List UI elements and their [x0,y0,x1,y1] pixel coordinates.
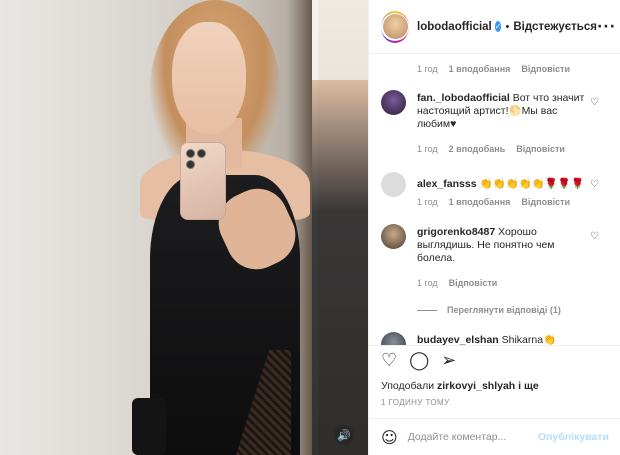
comment-time: 1 год [417,278,438,288]
comment-username[interactable]: budayev_elshan [417,334,499,345]
like-comment-heart-icon[interactable]: ♡ [590,231,599,242]
comment-time: 1 год [417,64,438,74]
comment-text: 👏👏👏👏👏🌹🌹🌹 [479,178,585,190]
comment-likes-count[interactable]: 1 вподобання [449,197,511,207]
verified-badge-icon: ✓ [494,21,502,32]
comment-meta: 1 год 1 вподобання Відповісти [417,197,570,207]
author-username[interactable]: lobodaofficial [417,21,492,33]
share-paper-plane-icon[interactable]: ➢ [441,350,456,371]
separator-dot: • [505,20,510,33]
likes-summary: Уподобали zirkovyi_shlyah і ще [381,380,539,392]
smartphone [180,142,226,220]
like-heart-icon[interactable]: ♡ [381,350,397,371]
camera-lens-icon [186,149,195,158]
comment-bubble-icon[interactable]: ◯ [409,350,429,371]
view-replies-label: Переглянути відповіді (1) [447,305,561,315]
comment-likes-count[interactable]: 2 вподобань [449,144,506,154]
view-replies-button[interactable]: Переглянути відповіді (1) [417,305,561,315]
comment-text: Shikarna👏 [501,334,557,346]
likes-others-link[interactable]: і ще [518,380,539,392]
comment-meta: 1 год 2 вподобань Відповісти [417,144,565,154]
person-face [172,22,246,134]
comment-time: 1 год [417,144,438,154]
commenter-avatar[interactable] [381,332,406,345]
commenter-avatar[interactable] [381,172,406,197]
reply-button[interactable]: Відповісти [521,197,570,207]
post-timestamp[interactable]: 1 ГОДИНУ ТОМУ [381,398,450,407]
publish-button[interactable]: Опублікувати [538,431,609,443]
comment-likes-count[interactable]: 1 вподобання [449,64,511,74]
comments-list[interactable]: 1 год 1 вподобання Відповісти fan._lobod… [369,54,620,346]
post-actions: ♡ ◯ ➢ [381,350,456,371]
sound-toggle-icon[interactable]: 🔊 [334,425,354,445]
commenter-avatar[interactable] [381,90,406,115]
add-comment-input[interactable]: Додайте коментар... [408,431,507,443]
likes-prefix: Уподобали [381,380,435,392]
comment-body: alex_fansss 👏👏👏👏👏🌹🌹🌹 [417,178,585,191]
like-comment-heart-icon[interactable]: ♡ [590,97,599,108]
comment-username[interactable]: alex_fansss [417,178,477,190]
comment-meta: 1 год Відповісти [417,278,497,288]
comment-meta: 1 год 1 вподобання Відповісти [417,64,570,74]
comment-username[interactable]: fan._lobodaofficial [417,92,510,104]
reply-button[interactable]: Відповісти [521,64,570,74]
mirror-reflection [312,80,368,455]
likes-user-link[interactable]: zirkovyi_shlyah [437,380,515,392]
post-side-panel: lobodaofficial ✓ • Відстежується ··· 1 г… [368,0,620,455]
author-avatar[interactable] [381,10,409,43]
comment-body: grigorenko8487 Хорошо выглядишь. Не поня… [417,226,585,265]
follow-status-button[interactable]: Відстежується [513,21,597,33]
post-media[interactable]: 🔊 [0,0,368,455]
handbag [132,398,166,455]
emoji-picker-icon[interactable]: ☺ [381,428,398,447]
comment-time: 1 год [417,197,438,207]
like-comment-heart-icon[interactable]: ♡ [590,179,599,190]
camera-lens-icon [186,160,195,169]
comment-username[interactable]: grigorenko8487 [417,226,495,238]
reply-button[interactable]: Відповісти [449,278,498,288]
more-options-icon[interactable]: ··· [597,19,616,35]
camera-lens-icon [197,149,206,158]
add-comment-bar: ☺ Додайте коментар... Опублікувати [369,418,620,455]
comment-body: budayev_elshan Shikarna👏 [417,334,585,346]
commenter-avatar[interactable] [381,224,406,249]
comment-body: fan._lobodaofficial Вот что значит насто… [417,92,585,131]
reply-button[interactable]: Відповісти [516,144,565,154]
post-header: lobodaofficial ✓ • Відстежується ··· [369,0,620,54]
replies-divider [417,309,437,311]
